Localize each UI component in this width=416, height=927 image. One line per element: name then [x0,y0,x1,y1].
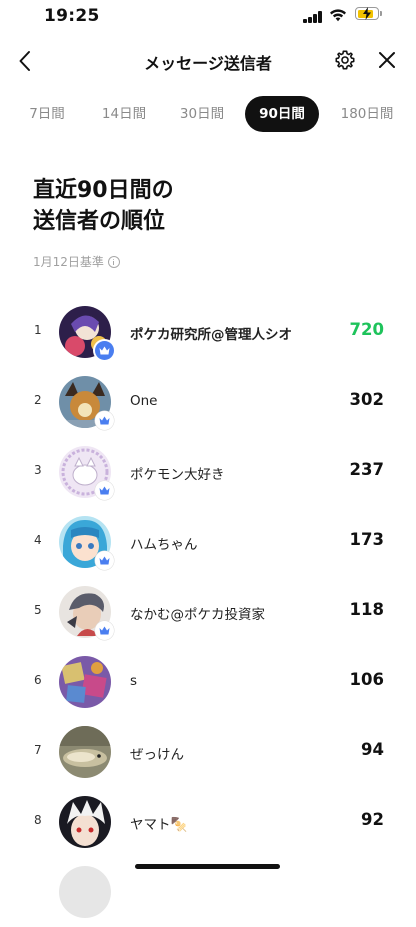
crown-badge [95,341,114,360]
sender-name: ハムちゃん [130,537,198,553]
sender-name: One [130,393,158,409]
rank-number: 1 [34,323,42,337]
tab-180-days[interactable]: 180日間 [336,96,398,132]
battery-tip [380,11,382,16]
nav-bar: メッセージ送信者 [0,36,416,86]
rank-number: 6 [34,673,42,687]
status-bar: 19:25 [0,0,416,36]
list-item[interactable]: 8 ヤマト🍢 92 [0,787,416,857]
message-count: 118 [349,600,384,619]
rank-number: 4 [34,533,42,547]
sender-name: なかむ@ポケカ投資家 [130,607,265,623]
list-item[interactable]: 1 ポケカ研究所@管理人シオ 720 [0,297,416,367]
heading-line-1: 直近90日間の [33,178,174,203]
signal-icon [303,10,323,23]
list-item[interactable]: 2 One 302 [0,367,416,437]
period-tabs: 7日間 14日間 30日間 90日間 180日間 [0,96,416,134]
rank-number: 5 [34,603,42,617]
message-count: 237 [349,460,384,479]
message-count: 720 [349,320,384,339]
message-count: 106 [349,670,384,689]
sender-name: ぜっけん [130,747,184,763]
status-time: 19:25 [44,6,100,26]
info-icon[interactable] [107,255,120,268]
message-count: 92 [361,810,384,829]
close-button[interactable] [372,45,402,75]
message-count: 173 [349,530,384,549]
crown-badge [95,551,114,570]
tab-30-days[interactable]: 30日間 [174,96,230,132]
crown-icon [99,486,110,495]
message-count: 94 [361,740,384,759]
crown-badge [95,481,114,500]
list-item[interactable]: 4 ハムちゃん 173 [0,507,416,577]
tab-14-days[interactable]: 14日間 [96,96,152,132]
avatar[interactable] [59,796,111,848]
tab-7-days[interactable]: 7日間 [22,96,72,132]
crown-badge [95,411,114,430]
basis-date-label: 1月12日基準 [33,255,104,269]
heading-line-2: 送信者の順位 [33,209,166,234]
list-item[interactable]: 6 s 106 [0,647,416,717]
crown-icon [99,416,110,425]
crown-icon [99,626,110,635]
battery-icon [355,7,379,20]
rank-number: 3 [34,463,42,477]
basis-date: 1月12日基準 [33,253,120,270]
list-item[interactable]: 7 ぜっけん 94 [0,717,416,787]
sender-name: ヤマト🍢 [130,817,188,833]
list-item[interactable]: 3 ポケモン大好き 237 [0,437,416,507]
home-indicator [135,864,280,869]
sender-name: ポケモン大好き [130,467,225,483]
avatar[interactable] [59,656,111,708]
rank-number: 2 [34,393,42,407]
crown-badge [95,621,114,640]
message-count: 302 [349,390,384,409]
avatar[interactable] [59,866,111,918]
settings-button[interactable] [330,45,360,75]
avatar[interactable] [59,726,111,778]
gear-icon [335,50,355,70]
ranking-heading: 直近90日間の 送信者の順位 [33,175,174,237]
sender-name: s [130,673,138,689]
crown-icon [99,556,110,565]
tab-90-days[interactable]: 90日間 [245,96,319,132]
rank-number: 8 [34,813,42,827]
rank-number: 7 [34,743,42,757]
crown-icon [99,346,110,355]
sender-name: ポケカ研究所@管理人シオ [130,327,292,343]
wifi-icon [330,9,346,22]
close-icon [379,52,395,68]
list-item[interactable]: 5 なかむ@ポケカ投資家 118 [0,577,416,647]
